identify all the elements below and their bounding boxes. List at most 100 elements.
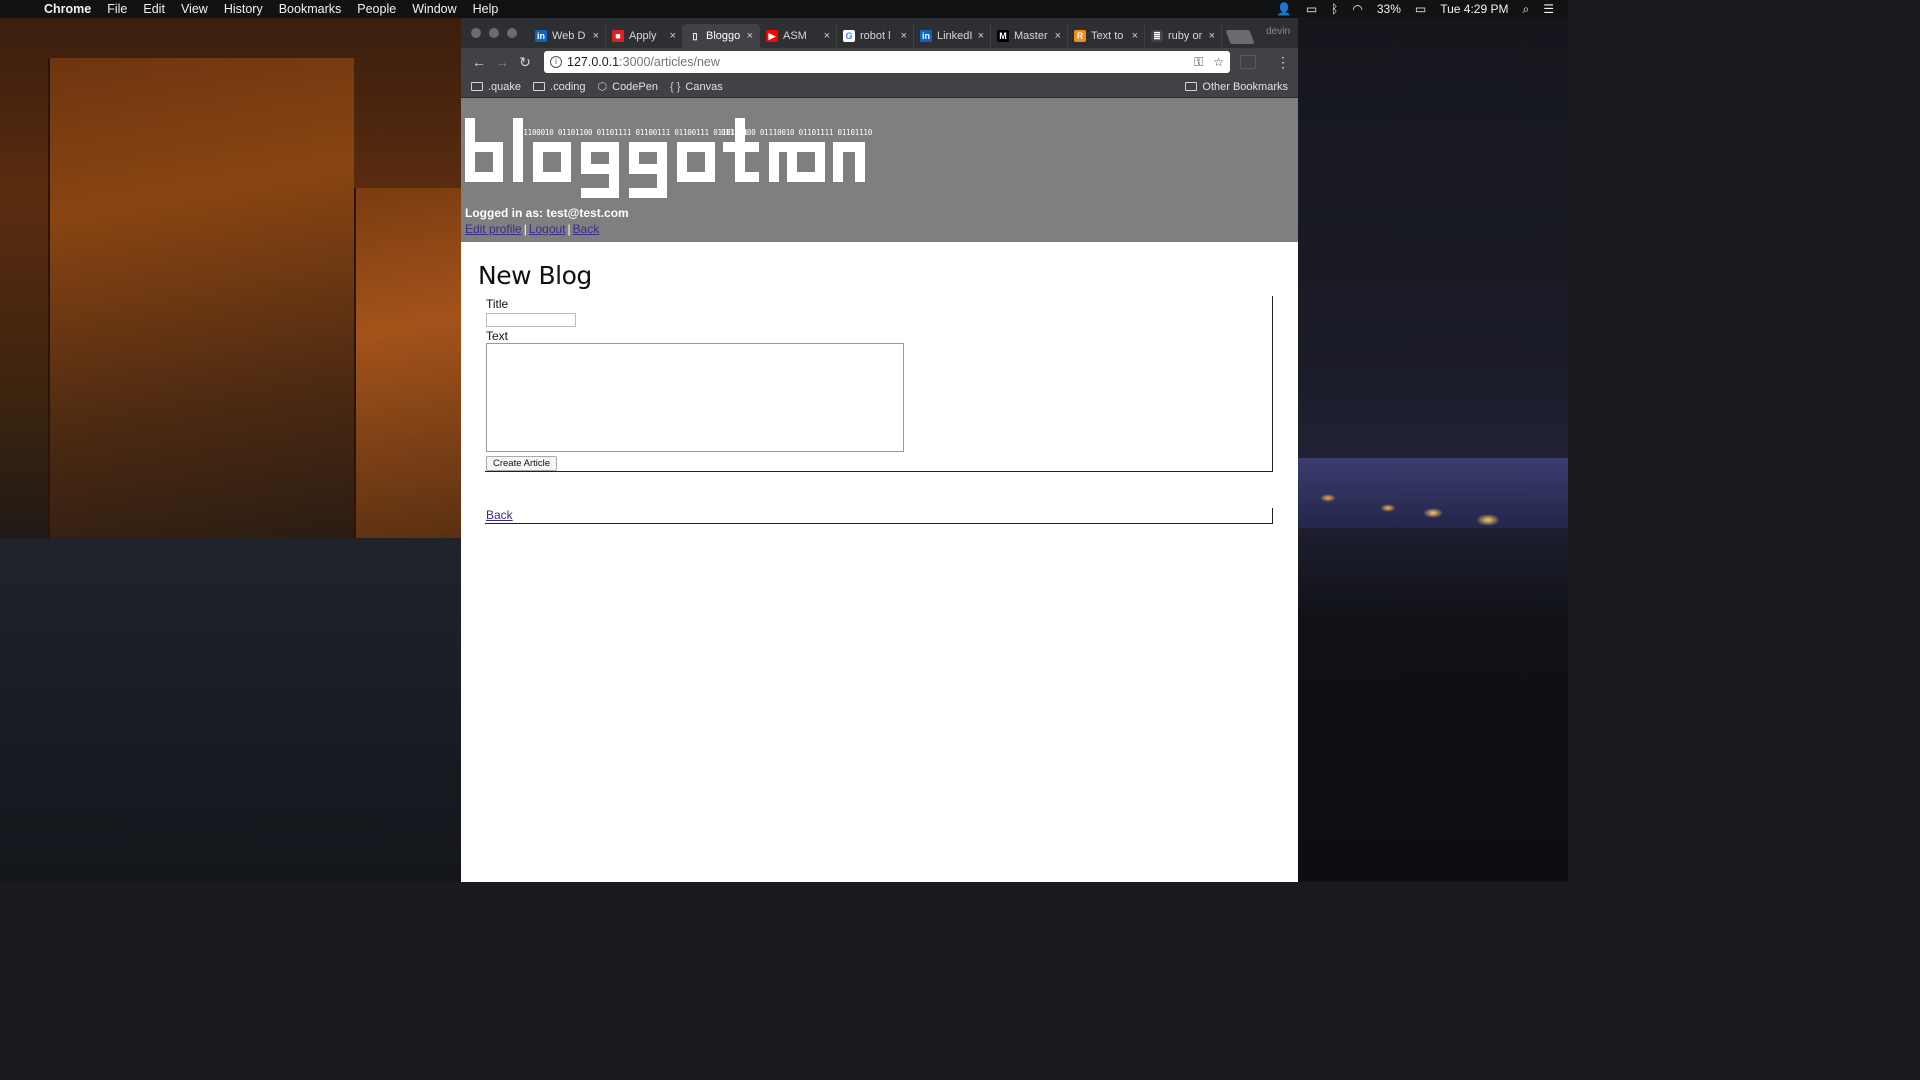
close-window-button[interactable]	[471, 28, 481, 38]
link-separator: |	[567, 222, 571, 236]
create-article-button[interactable]: Create Article	[486, 456, 558, 471]
bluetooth-icon[interactable]: ᛒ	[1331, 2, 1338, 16]
menu-file[interactable]: File	[107, 2, 127, 16]
page-icon: ▯	[689, 30, 701, 42]
browser-tab[interactable]: ■ Apply ×	[606, 24, 683, 48]
tab-label: Bloggo	[706, 30, 741, 42]
menu-app-chrome[interactable]: Chrome	[44, 2, 91, 16]
site-info-icon[interactable]: i	[550, 56, 562, 68]
bookmark-canvas[interactable]: { } Canvas	[670, 81, 723, 93]
close-tab-icon[interactable]: ×	[670, 30, 676, 42]
airplay-icon[interactable]: ▭	[1306, 2, 1317, 16]
key-icon[interactable]: ⚿	[1194, 55, 1203, 70]
r-icon: R	[1074, 30, 1086, 42]
tabs: in Web D × ■ Apply × ▯ Bloggo × ▶ ASM × Grobot l × in L…	[529, 24, 1222, 48]
header-back-link[interactable]: Back	[573, 222, 600, 236]
star-icon[interactable]: ☆	[1213, 55, 1224, 70]
close-tab-icon[interactable]: ×	[1055, 30, 1061, 42]
apple-icon[interactable]	[14, 2, 28, 16]
profile-name[interactable]: devin	[1266, 26, 1290, 37]
menu-people[interactable]: People	[357, 2, 396, 16]
site-header: 01100010 01101100 01101111 01100111 0110…	[461, 98, 1298, 242]
wallpaper-panel	[354, 188, 461, 538]
tab-strip: in Web D × ■ Apply × ▯ Bloggo × ▶ ASM × Grobot l × in L…	[461, 18, 1298, 48]
wallpaper-floor	[0, 538, 461, 882]
title-label: Title	[486, 297, 509, 311]
omnibox-actions: ⚿ ☆	[1194, 55, 1224, 70]
link-separator: |	[523, 222, 527, 236]
close-tab-icon[interactable]: ×	[593, 30, 599, 42]
tab-label: Text to	[1091, 30, 1124, 42]
cast-icon[interactable]	[1240, 55, 1256, 69]
menu-history[interactable]: History	[224, 2, 263, 16]
forward-arrow-icon[interactable]: →	[492, 54, 512, 70]
menu-bar: Chrome File Edit View History Bookmarks …	[0, 0, 1568, 18]
bookmark-label: Canvas	[685, 80, 723, 93]
logout-link[interactable]: Logout	[529, 222, 566, 236]
wallpaper-panel	[48, 58, 354, 538]
status-area: 👤 ▭ ᛒ ◠ 33% ▭ Tue 4:29 PM ⌕ ☰	[1277, 2, 1554, 17]
text-label: Text	[486, 329, 509, 343]
browser-tab[interactable]: in LinkedI ×	[914, 24, 991, 48]
browser-tab[interactable]: R Text to ×	[1068, 24, 1145, 48]
edit-profile-link[interactable]: Edit profile	[465, 222, 522, 236]
back-arrow-icon[interactable]: ←	[469, 54, 489, 70]
wifi-icon[interactable]: ◠	[1352, 2, 1362, 16]
battery-percent[interactable]: 33%	[1377, 2, 1401, 16]
folder-icon	[1185, 82, 1198, 91]
close-tab-icon[interactable]: ×	[824, 30, 830, 42]
folder-icon	[533, 82, 546, 91]
browser-tab[interactable]: ▯ Bloggo ×	[683, 24, 760, 48]
battery-icon[interactable]: ▭	[1415, 2, 1426, 16]
browser-window: in Web D × ■ Apply × ▯ Bloggo × ▶ ASM × Grobot l × in L…	[461, 18, 1298, 882]
stackoverflow-icon: ≣	[1151, 30, 1163, 42]
close-tab-icon[interactable]: ×	[978, 30, 984, 42]
bookmark-coding[interactable]: .coding	[533, 80, 586, 93]
bookmarks-bar: .quake .coding ⬡ CodePen { } Canvas Othe…	[461, 76, 1298, 98]
medium-icon: M	[997, 30, 1009, 42]
back-section: Back	[485, 508, 1273, 524]
close-tab-icon[interactable]: ×	[1209, 30, 1215, 42]
user-icon[interactable]: 👤	[1277, 2, 1292, 16]
tab-label: LinkedI	[937, 30, 973, 42]
new-article-form: Title Text Create Article	[485, 296, 1273, 472]
reload-icon[interactable]: ↻	[515, 54, 535, 71]
close-tab-icon[interactable]: ×	[747, 30, 753, 42]
close-tab-icon[interactable]: ×	[901, 30, 907, 42]
linkedin-icon: in	[535, 30, 547, 42]
apply-icon: ■	[612, 30, 624, 42]
menu-view[interactable]: View	[181, 2, 208, 16]
resize-grip-icon[interactable]	[898, 446, 905, 453]
menu-window[interactable]: Window	[412, 2, 456, 16]
menu-help[interactable]: Help	[473, 2, 499, 16]
page-content: 01100010 01101100 01101111 01100111 0110…	[461, 98, 1298, 860]
logo-pixel-letters-end	[787, 142, 865, 182]
menu-bookmarks[interactable]: Bookmarks	[279, 2, 342, 16]
browser-tab[interactable]: ≣ ruby or ×	[1145, 24, 1222, 48]
bookmark-label: .coding	[550, 80, 586, 93]
bookmark-quake[interactable]: .quake	[471, 81, 521, 93]
minimize-window-button[interactable]	[489, 28, 499, 38]
notification-center-icon[interactable]: ☰	[1543, 2, 1554, 16]
logo-binary-2: 01110100 01110010 01101111 01101110	[721, 128, 873, 137]
text-textarea[interactable]	[486, 343, 904, 452]
address-bar[interactable]: i 127.0.0.1 :3000/articles/new ⚿ ☆	[544, 51, 1230, 73]
title-input[interactable]	[486, 313, 576, 327]
menu-edit[interactable]: Edit	[143, 2, 165, 16]
bookmark-label: Other Bookmarks	[1202, 80, 1288, 93]
browser-tab[interactable]: in Web D ×	[529, 24, 606, 48]
spotlight-icon[interactable]: ⌕	[1523, 2, 1530, 17]
clock[interactable]: Tue 4:29 PM	[1440, 2, 1508, 16]
bookmark-codepen[interactable]: ⬡ CodePen	[598, 80, 658, 94]
new-tab-button[interactable]	[1225, 30, 1255, 44]
browser-tab[interactable]: Grobot l ×	[837, 24, 914, 48]
folder-icon	[471, 82, 483, 91]
close-tab-icon[interactable]: ×	[1132, 30, 1138, 42]
back-link[interactable]: Back	[486, 508, 513, 522]
browser-tab[interactable]: M Master ×	[991, 24, 1068, 48]
kebab-menu-icon[interactable]: ⋮	[1276, 54, 1290, 71]
logged-in-status: Logged in as: test@test.com	[465, 206, 629, 220]
zoom-window-button[interactable]	[507, 28, 517, 38]
browser-tab[interactable]: ▶ ASM ×	[760, 24, 837, 48]
other-bookmarks[interactable]: Other Bookmarks	[1185, 81, 1288, 93]
